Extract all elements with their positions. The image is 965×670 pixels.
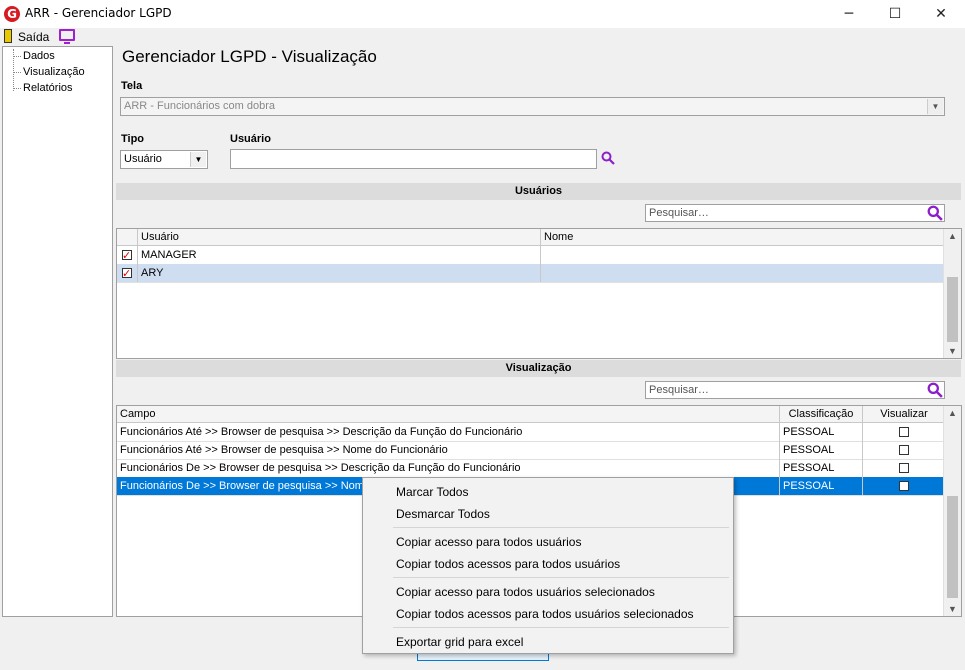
cell-classificacao: PESSOAL: [780, 459, 863, 477]
visualizacao-scrollbar[interactable]: ▲ ▼: [943, 406, 961, 616]
visualizar-checkbox[interactable]: [899, 427, 909, 437]
usuario-label: Usuário: [230, 133, 271, 145]
scroll-up-icon[interactable]: ▲: [944, 406, 961, 420]
cell-campo: Funcionários Até >> Browser de pesquisa …: [117, 423, 780, 441]
tree-branch: [14, 88, 21, 89]
cell-visualizar: [863, 477, 946, 495]
tipo-label: Tipo: [121, 133, 145, 145]
tela-label: Tela: [121, 80, 143, 92]
navigation-tree: Dados Visualização Relatórios: [2, 46, 113, 617]
table-row[interactable]: MANAGER: [117, 246, 946, 265]
maximize-button[interactable]: ☐: [872, 0, 918, 28]
column-header-campo[interactable]: Campo: [117, 406, 780, 422]
cell-classificacao: PESSOAL: [780, 423, 863, 441]
visualizar-checkbox[interactable]: [899, 463, 909, 473]
cell-usuario: ARY: [138, 264, 541, 282]
usuarios-grid: Usuário Nome MANAGER ARY ▲ ▼: [116, 228, 962, 359]
chevron-down-icon[interactable]: ▼: [927, 99, 943, 114]
menu-item-desmarcar-todos[interactable]: Desmarcar Todos: [396, 507, 490, 521]
tela-dropdown[interactable]: ARR - Funcionários com dobra ▼: [120, 97, 945, 116]
visualizar-checkbox[interactable]: [899, 445, 909, 455]
table-row[interactable]: Funcionários De >> Browser de pesquisa >…: [117, 459, 946, 478]
usuarios-scrollbar[interactable]: ▲ ▼: [943, 229, 961, 358]
cell-nome: [541, 264, 946, 282]
menu-item-copiar-todos-acessos-selecionados[interactable]: Copiar todos acessos para todos usuários…: [396, 607, 694, 621]
title-bar: G ARR - Gerenciador LGPD ─ ☐ ✕: [0, 0, 965, 29]
search-icon[interactable]: [927, 382, 943, 398]
menu-item-exportar-excel[interactable]: Exportar grid para excel: [396, 635, 523, 649]
search-icon[interactable]: [927, 205, 943, 221]
tree-item-visualizacao[interactable]: Visualização: [23, 66, 85, 78]
scroll-thumb[interactable]: [947, 277, 958, 342]
page-title: Gerenciador LGPD - Visualização: [122, 47, 377, 66]
tree-item-dados[interactable]: Dados: [23, 50, 55, 62]
cell-classificacao: PESSOAL: [780, 477, 863, 495]
tela-value: ARR - Funcionários com dobra: [124, 100, 276, 112]
window-title: ARR - Gerenciador LGPD: [25, 6, 172, 20]
context-menu: Marcar Todos Desmarcar Todos Copiar aces…: [362, 477, 734, 654]
cell-visualizar: [863, 441, 946, 459]
table-row[interactable]: ARY: [117, 264, 946, 283]
scroll-down-icon[interactable]: ▼: [944, 344, 961, 358]
menu-separator: [393, 527, 729, 528]
app-logo-icon: G: [4, 6, 20, 22]
toolbar: Saída: [0, 28, 965, 46]
row-checkbox-cell: [117, 264, 138, 282]
menu-item-marcar-todos[interactable]: Marcar Todos: [396, 485, 468, 499]
cell-visualizar: [863, 423, 946, 441]
row-checkbox[interactable]: [122, 247, 132, 264]
table-row[interactable]: Funcionários Até >> Browser de pesquisa …: [117, 423, 946, 442]
usuarios-section-header: Usuários: [116, 183, 961, 200]
monitor-icon[interactable]: [59, 29, 75, 44]
cell-campo: Funcionários Até >> Browser de pesquisa …: [117, 441, 780, 459]
menu-separator: [393, 627, 729, 628]
column-header-visualizar[interactable]: Visualizar: [863, 406, 946, 422]
tipo-dropdown[interactable]: Usuário ▼: [120, 150, 208, 169]
tree-branch: [14, 72, 21, 73]
scroll-thumb[interactable]: [947, 496, 958, 598]
menu-separator: [393, 577, 729, 578]
column-header-nome[interactable]: Nome: [541, 229, 946, 245]
visualizacao-section-header: Visualização: [116, 360, 961, 377]
usuario-input[interactable]: [230, 149, 597, 169]
row-checkbox-cell: [117, 246, 138, 264]
usuarios-search-input[interactable]: Pesquisar…: [645, 204, 945, 222]
search-icon[interactable]: [601, 151, 615, 165]
tipo-value: Usuário: [124, 153, 162, 165]
menu-item-copiar-acesso-todos[interactable]: Copiar acesso para todos usuários: [396, 535, 581, 549]
cell-nome: [541, 246, 946, 264]
table-row[interactable]: Funcionários Até >> Browser de pesquisa …: [117, 441, 946, 460]
visualizacao-search-input[interactable]: Pesquisar…: [645, 381, 945, 399]
visualizar-checkbox[interactable]: [899, 481, 909, 491]
minimize-button[interactable]: ─: [826, 0, 872, 28]
checkbox-column-header: [117, 229, 138, 245]
scroll-up-icon[interactable]: ▲: [944, 229, 961, 243]
row-checkbox[interactable]: [122, 265, 132, 282]
chevron-down-icon[interactable]: ▼: [190, 152, 206, 167]
cell-visualizar: [863, 459, 946, 477]
exit-door-icon[interactable]: [4, 29, 12, 43]
grid-header: Campo Classificação Visualizar: [117, 406, 946, 423]
column-header-usuario[interactable]: Usuário: [138, 229, 541, 245]
cell-campo: Funcionários De >> Browser de pesquisa >…: [117, 459, 780, 477]
exit-button[interactable]: Saída: [18, 30, 49, 44]
tree-branch: [14, 56, 21, 57]
scroll-down-icon[interactable]: ▼: [944, 602, 961, 616]
column-header-classificacao[interactable]: Classificação: [780, 406, 863, 422]
grid-header: Usuário Nome: [117, 229, 946, 246]
close-button[interactable]: ✕: [918, 0, 964, 28]
tree-item-relatorios[interactable]: Relatórios: [23, 82, 73, 94]
cell-classificacao: PESSOAL: [780, 441, 863, 459]
menu-item-copiar-todos-acessos-todos[interactable]: Copiar todos acessos para todos usuários: [396, 557, 620, 571]
menu-item-copiar-acesso-selecionados[interactable]: Copiar acesso para todos usuários seleci…: [396, 585, 655, 599]
cell-usuario: MANAGER: [138, 246, 541, 264]
